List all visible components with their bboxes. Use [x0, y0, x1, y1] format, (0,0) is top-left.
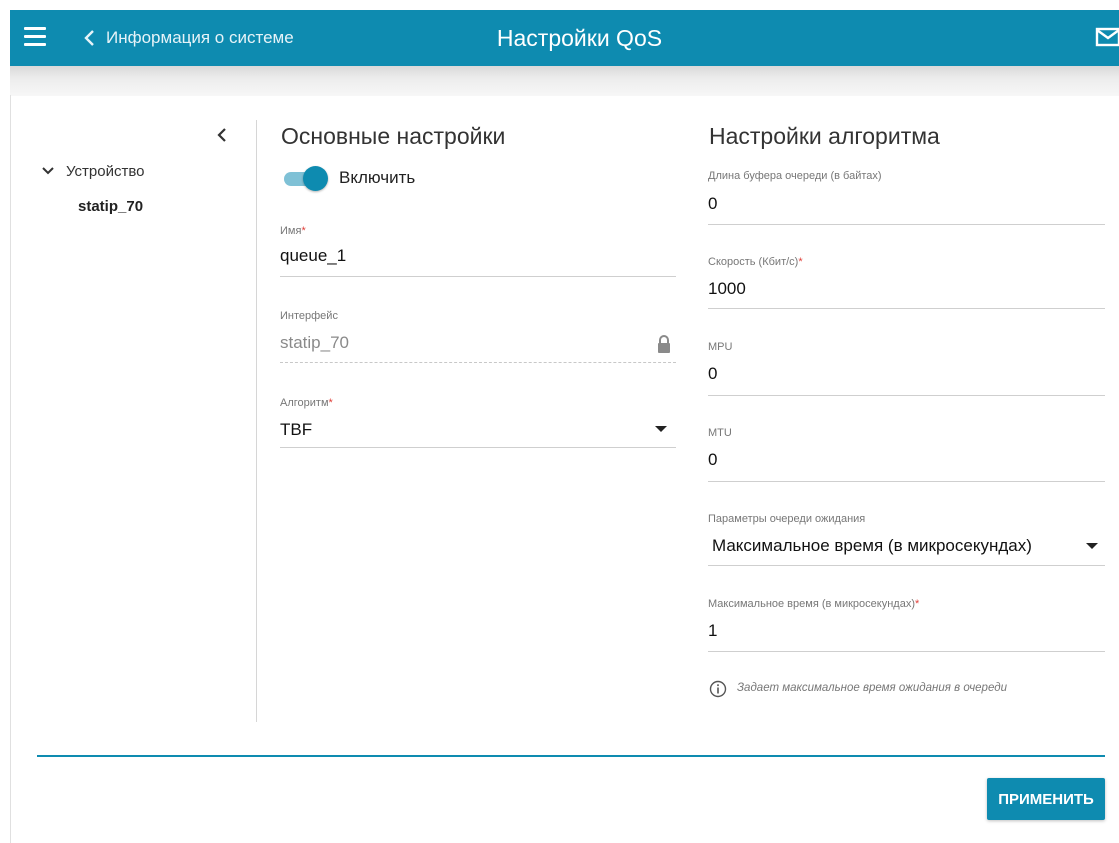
buffer-label: Длина буфера очереди (в байтах) — [708, 170, 882, 182]
chevron-down-icon — [42, 167, 54, 175]
max-time-input[interactable]: 1 — [708, 621, 717, 641]
basic-settings-title: Основные настройки — [281, 123, 506, 149]
buffer-underline — [708, 224, 1105, 225]
left-border — [10, 95, 11, 843]
enable-toggle[interactable] — [284, 166, 328, 192]
dropdown-arrow-icon[interactable] — [655, 425, 667, 433]
interface-label: Интерфейс — [280, 310, 338, 322]
queue-params-underline — [708, 565, 1105, 566]
name-underline — [280, 276, 676, 277]
info-icon — [709, 680, 727, 698]
rate-underline — [708, 308, 1105, 309]
sidebar-group-device[interactable]: Устройство — [40, 160, 144, 182]
sidebar-item-statip[interactable]: statip_70 — [78, 198, 143, 215]
lock-icon — [658, 335, 670, 353]
queue-params-select[interactable]: Максимальное время (в микросекундах) — [712, 536, 1032, 556]
mtu-input[interactable]: 0 — [708, 450, 717, 470]
interface-input: statip_70 — [280, 333, 349, 352]
sidebar-group-label: Устройство — [66, 162, 145, 180]
collapse-sidebar-icon[interactable] — [214, 126, 230, 144]
mpu-label: MPU — [708, 341, 733, 353]
mpu-underline — [708, 395, 1105, 396]
mtu-underline — [708, 481, 1105, 482]
footer-divider — [37, 755, 1105, 757]
queue-params-label: Параметры очереди ожидания — [708, 513, 866, 525]
apply-button[interactable]: ПРИМЕНИТЬ — [987, 778, 1105, 820]
dropdown-arrow-icon[interactable] — [1086, 542, 1098, 550]
rate-input[interactable]: 1000 — [708, 279, 746, 299]
algorithm-select[interactable]: TBF — [280, 420, 312, 440]
algorithm-settings-title: Настройки алгоритма — [709, 123, 940, 149]
name-input[interactable]: queue_1 — [280, 246, 346, 266]
sidebar-divider — [256, 120, 257, 722]
page-title: Настройки QoS — [496, 25, 663, 51]
buffer-input[interactable]: 0 — [708, 194, 717, 214]
max-time-underline — [708, 651, 1105, 652]
algorithm-underline — [280, 447, 676, 448]
max-time-label: Максимальное время (в микросекундах)* — [708, 598, 920, 610]
mpu-input[interactable]: 0 — [708, 364, 717, 384]
header-bar: Информация о системе Настройки QoS — [10, 10, 1119, 66]
interface-underline — [280, 362, 676, 363]
mail-icon[interactable] — [1095, 26, 1119, 48]
algorithm-label: Алгоритм* — [280, 397, 333, 409]
mtu-label: MTU — [708, 427, 732, 439]
name-label: Имя* — [280, 225, 306, 237]
enable-label: Включить — [339, 168, 416, 187]
header-shadow — [10, 66, 1119, 96]
max-time-hint: Задает максимальное время ожидания в оче… — [737, 682, 1007, 694]
rate-label: Скорость (Кбит/с)* — [708, 256, 803, 268]
